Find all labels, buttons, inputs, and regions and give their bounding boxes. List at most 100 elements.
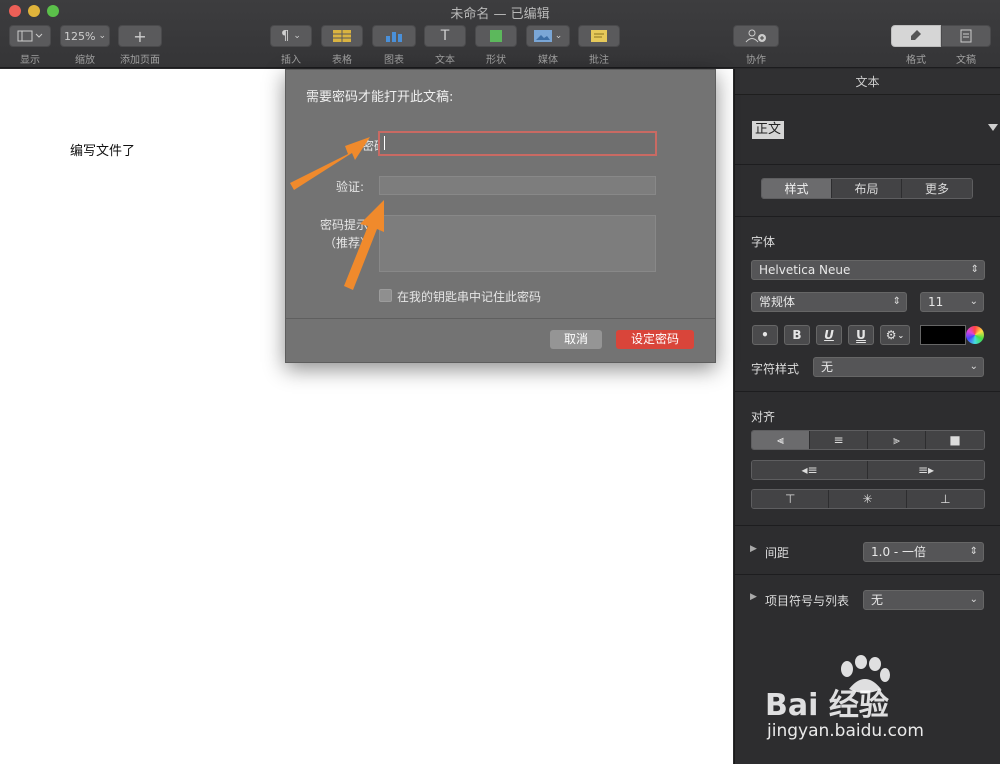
watermark-brand: Bai 经验 — [765, 688, 889, 723]
document-icon — [960, 29, 972, 43]
verify-label: 验证: — [335, 180, 364, 194]
align-middle-icon[interactable]: ✳ — [829, 490, 907, 508]
document-body-text[interactable]: 编写文件了 — [70, 140, 135, 159]
plus-icon: + — [133, 26, 147, 46]
increase-indent-icon[interactable]: ≡▸ — [868, 461, 984, 479]
align-top-icon[interactable]: ⊤ — [752, 490, 830, 508]
cancel-button[interactable]: 取消 — [550, 330, 602, 349]
media-label: 媒体 — [538, 55, 558, 66]
line-spacing-select[interactable]: 1.0 - 一倍 ⇕ — [863, 542, 984, 562]
indent-control: ◂≡ ≡▸ — [751, 460, 985, 480]
font-size-field[interactable]: 11 ⌄ — [920, 292, 984, 312]
hint-label: 密码提示 — [319, 218, 368, 232]
updown-icon: ⇕ — [892, 296, 901, 307]
align-left-icon[interactable]: ⫷ — [752, 431, 810, 449]
align-center-icon[interactable]: ≡ — [810, 431, 868, 449]
spacing-label[interactable]: 间距 — [765, 544, 789, 561]
disclosure-triangle-icon[interactable]: ▶ — [750, 544, 757, 554]
media-button[interactable]: ⌄ — [526, 25, 570, 47]
password-label: 密码 — [361, 139, 386, 153]
chevron-down-icon: ⌄ — [293, 31, 301, 41]
character-style-value: 无 — [821, 360, 834, 374]
character-style-select[interactable]: 无 ⌄ — [813, 357, 984, 377]
window-title: 未命名 — 已编辑 — [450, 7, 550, 22]
paintbrush-icon — [911, 30, 921, 40]
add-page-button[interactable]: + — [118, 25, 162, 47]
text-options-button[interactable]: • — [752, 325, 778, 345]
sidebar-view-icon — [17, 30, 43, 42]
justify-icon[interactable]: ■ — [926, 431, 984, 449]
chevron-down-icon: ⌄ — [969, 594, 978, 605]
text-color-well[interactable] — [920, 325, 966, 345]
paragraph-style[interactable]: 正文 — [752, 121, 785, 139]
collaborate-label: 协作 — [746, 55, 766, 66]
underline-button[interactable]: U — [816, 325, 842, 345]
updown-icon: ⇕ — [970, 264, 979, 275]
hint-recommended-label: （推荐） — [323, 236, 372, 250]
chevron-down-icon: ⌄ — [969, 361, 978, 372]
inspector-tabs: 样式 布局 更多 — [761, 178, 973, 199]
shape-label: 形状 — [486, 55, 506, 66]
bold-button[interactable]: B — [784, 325, 810, 345]
tab-more[interactable]: 更多 — [902, 179, 972, 198]
color-wheel-icon[interactable] — [966, 326, 984, 344]
font-style-select[interactable]: 常规体 ⇕ — [751, 292, 907, 312]
paragraph-icon: ¶ — [281, 28, 290, 44]
gear-icon: ⚙ — [885, 328, 897, 342]
format-button[interactable] — [891, 25, 941, 47]
zoom-select[interactable]: 125% ⌄ — [60, 25, 110, 47]
collaborate-button[interactable] — [733, 25, 779, 47]
chart-icon — [386, 32, 402, 42]
paragraph-style-dropdown-icon[interactable] — [988, 124, 998, 131]
table-button[interactable] — [321, 25, 363, 47]
password-dialog: 需要密码才能打开此文稿: 密码 验证: 密码提示 （推荐） 在我的钥匙串中记住此… — [285, 69, 716, 363]
inspector-header: 文本 — [735, 69, 1000, 95]
chevron-down-icon: ⌄ — [554, 31, 563, 41]
chart-button[interactable] — [372, 25, 416, 47]
bullets-lists-value: 无 — [871, 593, 884, 607]
divider — [735, 164, 1000, 165]
advanced-options-button[interactable]: ⚙ ⌄ — [880, 325, 910, 345]
comment-button[interactable] — [578, 25, 620, 47]
text-cursor — [384, 136, 385, 150]
insert-button[interactable]: ¶ ⌄ — [270, 25, 312, 47]
align-bottom-icon[interactable]: ⊥ — [906, 490, 984, 508]
divider — [735, 391, 1000, 392]
horizontal-alignment-control: ⫷ ≡ ⫸ ■ — [751, 430, 985, 450]
font-style-value: 常规体 — [759, 295, 796, 309]
chevron-down-icon: ⌄ — [969, 296, 978, 307]
document-button[interactable] — [941, 25, 991, 47]
collaborate-icon — [745, 29, 766, 43]
bullets-lists-select[interactable]: 无 ⌄ — [863, 590, 984, 610]
set-password-button[interactable]: 设定密码 — [616, 330, 694, 349]
insert-label: 插入 — [281, 55, 301, 66]
view-button[interactable] — [9, 25, 51, 47]
text-button[interactable]: T — [424, 25, 466, 47]
tab-style[interactable]: 样式 — [762, 179, 832, 198]
line-spacing-value: 1.0 - 一倍 — [871, 545, 927, 559]
chevron-down-icon: ⌄ — [98, 31, 106, 41]
chevron-down-icon: ⌄ — [897, 330, 905, 340]
bullets-lists-label[interactable]: 项目符号与列表 — [765, 592, 849, 609]
align-right-icon[interactable]: ⫸ — [868, 431, 926, 449]
verify-field[interactable] — [379, 176, 656, 195]
zoom-label: 缩放 — [75, 55, 95, 66]
updown-icon: ⇕ — [969, 546, 978, 557]
chart-label: 图表 — [384, 55, 404, 66]
shape-button[interactable] — [475, 25, 517, 47]
vertical-alignment-control: ⊤ ✳ ⊥ — [751, 489, 985, 509]
password-hint-field[interactable] — [379, 215, 656, 272]
shape-icon — [490, 30, 502, 42]
keychain-checkbox[interactable] — [379, 289, 392, 302]
password-field[interactable] — [378, 131, 657, 156]
decrease-indent-icon[interactable]: ◂≡ — [752, 461, 868, 479]
table-icon — [333, 30, 351, 42]
keychain-label[interactable]: 在我的钥匙串中记住此密码 — [397, 288, 541, 305]
disclosure-triangle-icon[interactable]: ▶ — [750, 592, 757, 602]
view-label: 显示 — [20, 55, 40, 66]
document-label: 文稿 — [956, 55, 976, 66]
baidu-watermark: Bai 经验 jingyan.baidu.com — [765, 655, 985, 745]
font-family-select[interactable]: Helvetica Neue ⇕ — [751, 260, 985, 280]
strikethrough-button[interactable]: U — [848, 325, 874, 345]
tab-layout[interactable]: 布局 — [832, 179, 902, 198]
